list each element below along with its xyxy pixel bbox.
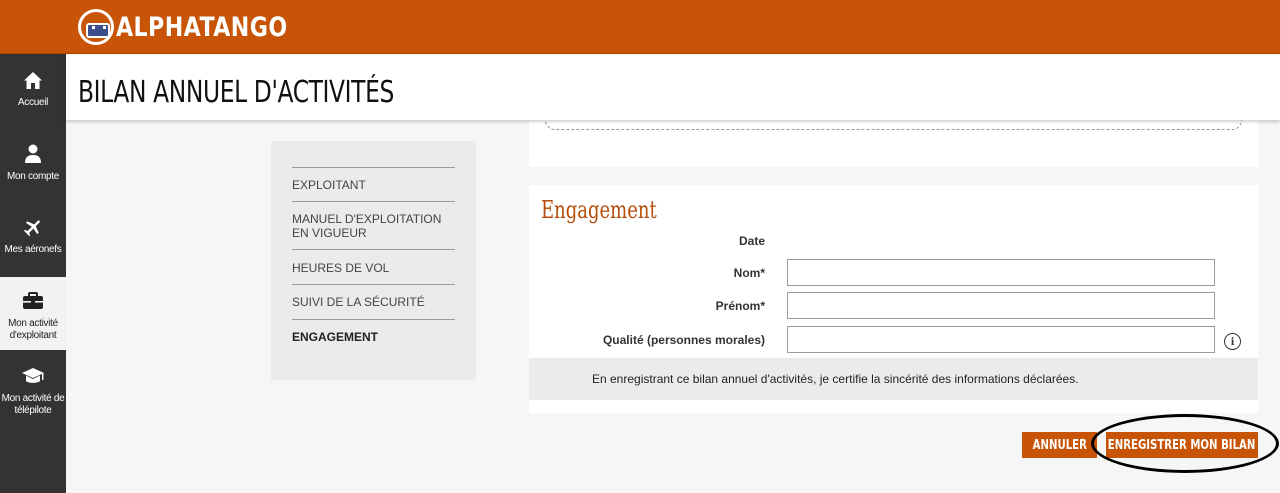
cancel-button[interactable]: ANNULER bbox=[1022, 432, 1097, 458]
brand-name: ALPHATANGO bbox=[116, 11, 288, 43]
sidebar: Accueil Mon compte Mes aéronefs Mon acti… bbox=[0, 54, 66, 493]
step-navigation: EXPLOITANT MANUEL D'EXPLOITATION EN VIGU… bbox=[271, 141, 476, 380]
certification-band: En enregistrant ce bilan annuel d'activi… bbox=[529, 358, 1258, 400]
save-report-button-label: ENREGISTRER MON BILAN bbox=[1108, 437, 1256, 453]
date-label: Date bbox=[738, 234, 765, 248]
step-manuel-exploitation[interactable]: MANUEL D'EXPLOITATION EN VIGUEUR bbox=[292, 212, 455, 240]
info-icon[interactable]: i bbox=[1224, 333, 1241, 350]
sidebar-item-label: Mes aéronefs bbox=[4, 244, 62, 255]
step-engagement[interactable]: ENGAGEMENT bbox=[292, 330, 455, 344]
sidebar-item-label: Accueil bbox=[17, 97, 49, 108]
drone-logo-icon bbox=[78, 9, 114, 45]
sidebar-item-mon-compte[interactable]: Mon compte bbox=[0, 138, 66, 198]
sidebar-item-mon-activite-telepilote[interactable]: Mon activité de télépilote bbox=[0, 360, 66, 430]
top-bar: ALPHATANGO bbox=[0, 0, 1280, 54]
step-exploitant[interactable]: EXPLOITANT bbox=[292, 178, 455, 192]
engagement-card: Engagement Date Nom* Prénom* Qualité (pe… bbox=[529, 185, 1258, 413]
briefcase-icon bbox=[0, 289, 66, 313]
step-suivi-securite[interactable]: SUIVI DE LA SÉCURITÉ bbox=[292, 295, 455, 309]
certification-text: En enregistrant ce bilan annuel d'activi… bbox=[592, 372, 1079, 386]
home-icon bbox=[0, 68, 66, 92]
sidebar-item-mon-activite-exploitant[interactable]: Mon activité d'exploitant bbox=[0, 277, 66, 350]
prenom-label: Prénom* bbox=[715, 299, 765, 313]
step-divider bbox=[292, 249, 455, 250]
user-icon bbox=[0, 142, 66, 166]
step-divider bbox=[292, 201, 455, 202]
sidebar-item-label: Mon compte bbox=[6, 171, 60, 182]
step-divider bbox=[292, 167, 455, 168]
step-heures-de-vol[interactable]: HEURES DE VOL bbox=[292, 261, 455, 275]
prenom-field[interactable] bbox=[787, 292, 1215, 319]
sidebar-item-mes-aeronefs[interactable]: Mes aéronefs bbox=[0, 211, 66, 271]
brand-logo[interactable]: ALPHATANGO bbox=[78, 6, 325, 48]
sidebar-item-label: Mon activité de télépilote bbox=[1, 393, 65, 416]
step-divider bbox=[292, 319, 455, 320]
qualite-label: Qualité (personnes morales) bbox=[602, 333, 765, 347]
graduation-cap-icon bbox=[0, 364, 66, 388]
section-title: Engagement bbox=[541, 196, 657, 224]
nom-field[interactable] bbox=[787, 259, 1215, 286]
step-divider bbox=[292, 284, 455, 285]
cancel-button-label: ANNULER bbox=[1032, 437, 1087, 453]
page-title: BILAN ANNUEL D'ACTIVITÉS bbox=[78, 75, 394, 110]
nom-label: Nom* bbox=[733, 266, 765, 280]
sidebar-item-accueil[interactable]: Accueil bbox=[0, 64, 66, 124]
plane-icon bbox=[0, 215, 66, 239]
page-header: BILAN ANNUEL D'ACTIVITÉS bbox=[66, 55, 1280, 120]
app-window: ALPHATANGO Accueil Mon compte Mes aérone… bbox=[0, 0, 1280, 493]
sidebar-item-label: Mon activité d'exploitant bbox=[8, 318, 58, 341]
save-report-button[interactable]: ENREGISTRER MON BILAN bbox=[1106, 432, 1258, 458]
qualite-field[interactable] bbox=[787, 326, 1215, 353]
